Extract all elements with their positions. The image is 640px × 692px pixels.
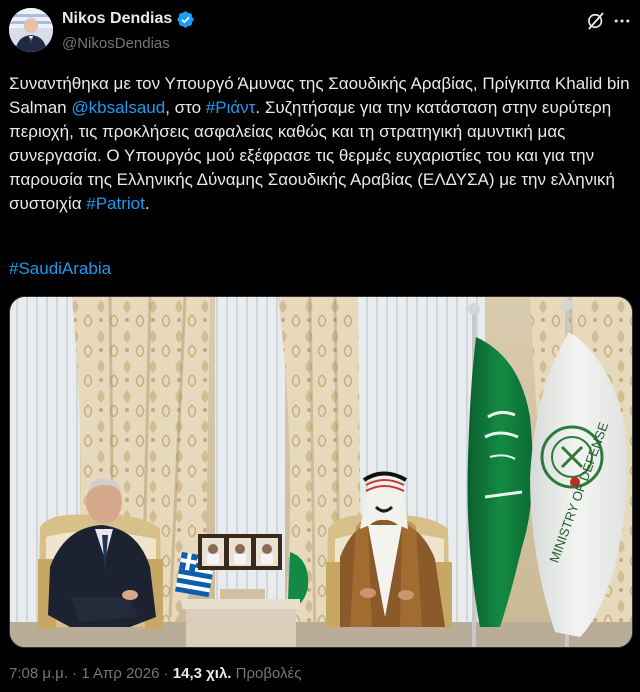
tweet-text-segment: , στο xyxy=(165,98,206,117)
verified-badge-icon[interactable] xyxy=(176,10,195,29)
author-name-row: Nikos Dendias xyxy=(62,9,195,29)
avatar-image xyxy=(9,8,53,52)
tweet-photo[interactable]: MINISTRY OF DEFENSE xyxy=(9,296,633,648)
author-handle[interactable]: @NikosDendias xyxy=(62,34,170,54)
tweet-meta: 7:08 μ.μ. · 1 Απρ 2026 · 14,3 χιλ. Προβο… xyxy=(9,664,301,684)
grok-icon[interactable] xyxy=(586,11,606,31)
views-label: Προβολές xyxy=(235,665,302,682)
tweet-date[interactable]: 1 Απρ 2026 xyxy=(81,665,159,682)
views-count: 14,3 χιλ. xyxy=(172,665,232,682)
tweet-text: Συναντήθηκα με τον Υπουργό Άμυνας της Σα… xyxy=(9,72,631,216)
hashtag-link-riyadh[interactable]: #Ριάντ xyxy=(206,98,256,117)
tweet-text-segment: . xyxy=(144,194,150,213)
tweet-card: Nikos Dendias @NikosDendias Συναντήθηκα … xyxy=(0,0,640,692)
meta-separator: · xyxy=(72,665,78,682)
hashtag-link-saudiarabia[interactable]: #SaudiArabia xyxy=(9,257,111,281)
meta-separator: · xyxy=(163,665,169,682)
tweet-time[interactable]: 7:08 μ.μ. xyxy=(9,665,68,682)
hashtag-link-patriot[interactable]: #Patriot xyxy=(86,194,145,213)
more-options-icon[interactable] xyxy=(612,11,632,31)
avatar[interactable] xyxy=(9,8,53,52)
photo-image: MINISTRY OF DEFENSE xyxy=(10,297,632,647)
author-display-name[interactable]: Nikos Dendias xyxy=(62,9,172,29)
mention-link[interactable]: @kbsalsaud xyxy=(71,98,165,117)
